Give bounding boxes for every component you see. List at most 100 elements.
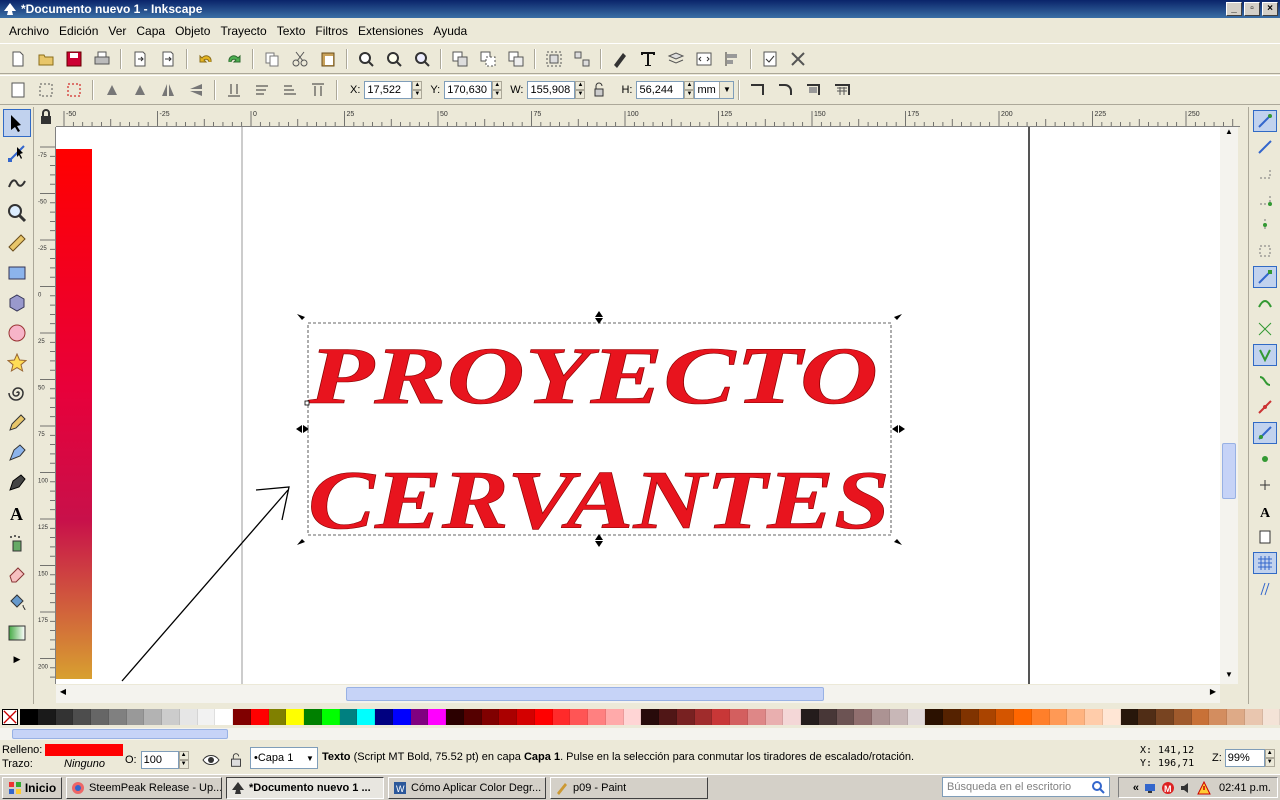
menu-texto[interactable]: Texto xyxy=(272,24,311,38)
restore-button[interactable]: ▫ xyxy=(1244,2,1260,16)
no-paint-swatch[interactable] xyxy=(2,709,18,725)
palette-swatch[interactable] xyxy=(996,709,1014,725)
palette-scroll-thumb[interactable] xyxy=(12,729,228,739)
lock-proportions-button[interactable] xyxy=(588,79,610,101)
expand-toolbox-icon[interactable]: ▶ xyxy=(3,649,31,669)
snap-others-icon[interactable] xyxy=(1253,422,1277,444)
palette-swatch[interactable] xyxy=(215,709,233,725)
tray-expand-icon[interactable]: « xyxy=(1133,782,1139,794)
w-spinbox[interactable]: ▲▼ xyxy=(527,81,586,99)
y-spinbox[interactable]: ▲▼ xyxy=(444,81,503,99)
palette-swatch[interactable] xyxy=(801,709,819,725)
palette-swatch[interactable] xyxy=(1085,709,1103,725)
palette-swatch[interactable] xyxy=(197,709,216,725)
x-input[interactable] xyxy=(364,81,413,99)
group-button[interactable] xyxy=(543,48,565,70)
task-steempeak[interactable]: SteemPeak Release - Up... xyxy=(66,776,222,799)
3d-box-tool[interactable] xyxy=(3,289,31,317)
palette-swatch[interactable] xyxy=(1262,709,1280,725)
snap-cusp-nodes-icon[interactable] xyxy=(1253,344,1277,366)
palette-swatch[interactable] xyxy=(605,709,624,725)
palette-swatch[interactable] xyxy=(1244,709,1263,725)
undo-button[interactable] xyxy=(195,48,217,70)
minimize-button[interactable]: _ xyxy=(1226,2,1242,16)
palette-swatch[interactable] xyxy=(108,709,127,725)
palette-swatch[interactable] xyxy=(765,709,784,725)
warning-icon[interactable] xyxy=(1197,780,1211,795)
palette-swatch[interactable] xyxy=(1049,709,1068,725)
y-input[interactable] xyxy=(444,81,493,99)
print-button[interactable] xyxy=(91,48,113,70)
palette-swatch[interactable] xyxy=(570,709,588,725)
palette-swatch[interactable] xyxy=(357,709,375,725)
network-icon[interactable] xyxy=(1143,781,1157,795)
duplicate-button[interactable] xyxy=(449,48,471,70)
palette-swatch[interactable] xyxy=(730,709,748,725)
palette-swatch[interactable] xyxy=(1173,709,1192,725)
menu-ver[interactable]: Ver xyxy=(103,24,131,38)
palette-swatch[interactable] xyxy=(20,709,38,725)
xml-editor-button[interactable] xyxy=(693,48,715,70)
selector-tool[interactable] xyxy=(3,109,31,137)
menu-edicion[interactable]: Edición xyxy=(54,24,103,38)
palette-swatch[interactable] xyxy=(499,709,517,725)
snap-paths-icon[interactable] xyxy=(1253,292,1277,314)
snap-bbox-edges-icon[interactable] xyxy=(1253,162,1277,184)
scroll-down-arrow[interactable]: ▼ xyxy=(1220,670,1238,684)
task-word-doc[interactable]: W Cómo Aplicar Color Degr... xyxy=(388,776,546,799)
w-up-arrow[interactable]: ▲ xyxy=(575,81,586,90)
palette-swatch[interactable] xyxy=(694,709,713,725)
open-button[interactable] xyxy=(35,48,57,70)
document-properties-button[interactable] xyxy=(759,48,781,70)
menu-objeto[interactable]: Objeto xyxy=(170,24,215,38)
start-button[interactable]: Inicio xyxy=(2,776,62,799)
snap-guides-icon[interactable] xyxy=(1253,578,1277,600)
paste-button[interactable] xyxy=(317,48,339,70)
h-spinbox[interactable]: ▲▼ xyxy=(636,81,695,99)
select-all-button[interactable] xyxy=(7,79,29,101)
palette-swatch[interactable] xyxy=(836,709,855,725)
h-down-arrow[interactable]: ▼ xyxy=(684,90,695,99)
x-down-arrow[interactable]: ▼ xyxy=(412,90,423,99)
zoom-drawing-button[interactable] xyxy=(383,48,405,70)
palette-swatch[interactable] xyxy=(410,709,429,725)
zoom-up-arrow[interactable]: ▲ xyxy=(1264,749,1275,758)
palette-swatch[interactable] xyxy=(588,709,606,725)
rotate-ccw-button[interactable] xyxy=(101,79,123,101)
move-gradients-button[interactable] xyxy=(803,79,825,101)
menu-trayecto[interactable]: Trayecto xyxy=(215,24,271,38)
fill-stroke-button[interactable] xyxy=(609,48,631,70)
palette-swatch[interactable] xyxy=(250,709,269,725)
text-font-button[interactable] xyxy=(637,48,659,70)
spray-tool[interactable] xyxy=(3,529,31,557)
palette-swatch[interactable] xyxy=(1138,709,1156,725)
palette-swatch[interactable] xyxy=(233,709,251,725)
x-spinbox[interactable]: ▲▼ xyxy=(364,81,423,99)
w-down-arrow[interactable]: ▼ xyxy=(575,90,586,99)
palette-swatch[interactable] xyxy=(818,709,837,725)
calligraphy-tool[interactable] xyxy=(3,469,31,497)
palette-swatch[interactable] xyxy=(552,709,571,725)
vertical-ruler[interactable]: -75 -50 -25 0 25 50 75 100 125 150 175 200 xyxy=(36,127,56,684)
close-button[interactable]: × xyxy=(1262,2,1278,16)
palette-swatch[interactable] xyxy=(783,709,801,725)
desktop-search-input[interactable]: Búsqueda en el escritorio xyxy=(942,777,1110,797)
palette-swatch[interactable] xyxy=(55,709,74,725)
align-distribute-button[interactable] xyxy=(721,48,743,70)
stroke-value[interactable]: Ninguno xyxy=(64,758,105,770)
ellipse-tool[interactable] xyxy=(3,319,31,347)
text-tool[interactable]: A xyxy=(3,499,31,527)
palette-swatch[interactable] xyxy=(872,709,890,725)
star-tool[interactable] xyxy=(3,349,31,377)
palette-swatch[interactable] xyxy=(1102,709,1121,725)
flip-vertical-button[interactable] xyxy=(185,79,207,101)
y-up-arrow[interactable]: ▲ xyxy=(492,81,503,90)
palette-swatch[interactable] xyxy=(268,709,287,725)
text-line-2[interactable]: CERVANTES xyxy=(308,454,891,548)
gradient-rectangle[interactable] xyxy=(56,149,92,679)
palette-swatch[interactable] xyxy=(960,709,979,725)
x-up-arrow[interactable]: ▲ xyxy=(412,81,423,90)
move-patterns-button[interactable] xyxy=(831,79,853,101)
text-anchor-handle[interactable] xyxy=(304,400,310,406)
fill-indicator[interactable] xyxy=(45,744,123,756)
